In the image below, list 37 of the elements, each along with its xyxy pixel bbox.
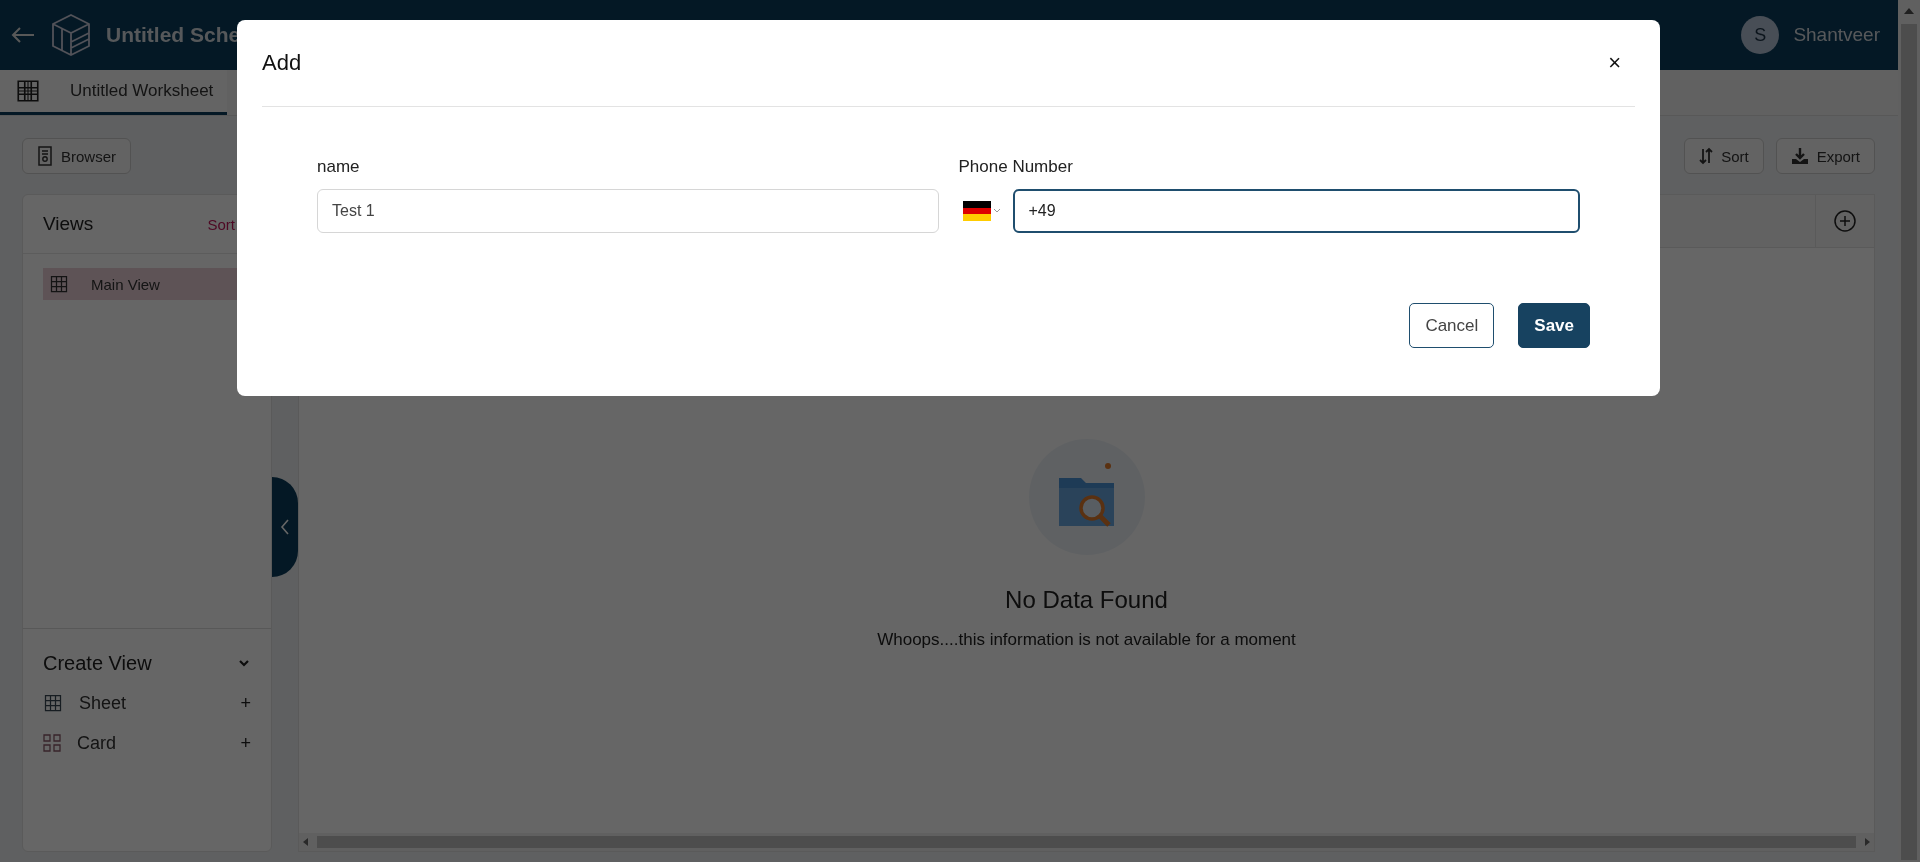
schema-title: Untitled Sche [106, 23, 241, 47]
back-arrow-icon[interactable] [10, 25, 36, 45]
cancel-button[interactable]: Cancel [1409, 303, 1495, 348]
grid-icon [49, 274, 69, 294]
cube-logo-icon [50, 13, 92, 57]
user-name: Shantveer [1793, 24, 1880, 46]
export-button[interactable]: Export [1775, 138, 1875, 174]
sort-button[interactable]: Sort [1684, 138, 1764, 174]
sort-link[interactable]: Sort [207, 215, 235, 233]
field-label: name [317, 157, 361, 178]
add-column-icon[interactable] [1833, 209, 1857, 233]
grid-icon [43, 693, 63, 713]
chevron-left-icon [280, 518, 290, 536]
browser-button[interactable]: Browser [22, 138, 131, 174]
document-search-icon [37, 146, 53, 166]
save-button[interactable]: Save [1518, 303, 1590, 348]
view-type-label: Sheet [79, 692, 127, 714]
download-icon [1790, 147, 1809, 165]
empty-state-title: No Data Found [1005, 586, 1168, 614]
create-view-title: Create View [43, 651, 152, 675]
flag-icon [962, 201, 991, 221]
field-label: Phone Number [958, 157, 1074, 178]
close-button[interactable]: × [1594, 50, 1635, 76]
views-title: Views [43, 213, 94, 235]
caret-icon [992, 207, 1001, 215]
sort-icon [1699, 147, 1714, 165]
dialog-title: Add [262, 50, 302, 76]
user-avatar[interactable]: S [1741, 16, 1780, 54]
add-view-button[interactable]: + [240, 732, 251, 754]
add-view-button[interactable]: + [240, 692, 251, 714]
table-icon [14, 78, 42, 104]
empty-state-message: Whoops....this information is not available for a moment [877, 630, 1296, 650]
name-input[interactable]: Test 1 [317, 189, 939, 233]
view-type-label: Card [77, 732, 116, 754]
collapse-panel-button[interactable] [272, 477, 298, 577]
phone-input[interactable]: +49 [1012, 189, 1580, 233]
card-grid-icon [43, 734, 61, 752]
